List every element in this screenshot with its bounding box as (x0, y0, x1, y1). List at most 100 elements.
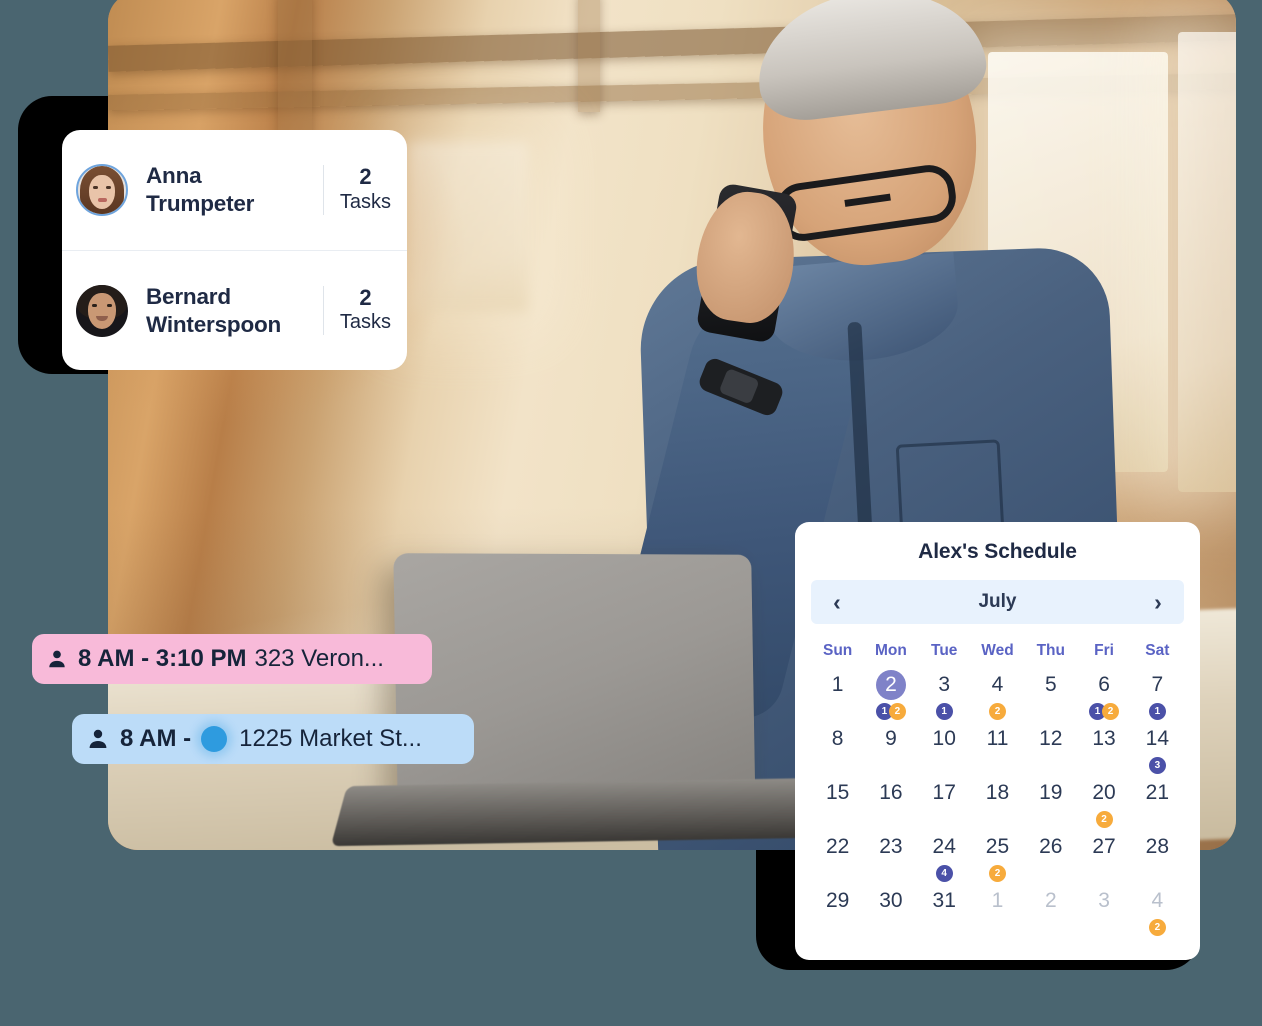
task-count-number: 2 (359, 284, 372, 310)
task-person-name: Anna Trumpeter (146, 162, 323, 218)
task-person-name-line1: Bernard (146, 283, 231, 309)
person-icon (46, 648, 68, 670)
chevron-right-icon[interactable]: › (1146, 590, 1170, 614)
calendar-day-number: 25 (985, 835, 1010, 858)
appointment-pill-blue[interactable]: 8 AM - 1225 Market St... (72, 714, 474, 764)
calendar-day-number: 28 (1145, 835, 1170, 858)
calendar-day-cell[interactable]: 11 (971, 724, 1024, 778)
calendar-day-cell[interactable]: 24 4 (918, 832, 971, 886)
appointment-time: 8 AM - 3:10 PM (78, 645, 247, 672)
task-count: 2 Tasks (322, 164, 391, 215)
calendar-day-cell[interactable]: 10 (918, 724, 971, 778)
calendar-day-badges: 2 (988, 702, 1006, 720)
calendar-day-cell[interactable]: 8 (811, 724, 864, 778)
calendar-day-badges: 12 (875, 702, 906, 720)
calendar-day-number: 11 (986, 727, 1009, 750)
laptop-base (330, 777, 820, 847)
calendar-weekday-tue: Tue (931, 642, 958, 659)
calendar-day-cell[interactable]: 26 (1024, 832, 1077, 886)
appointment-time: 8 AM - (120, 725, 192, 752)
calendar-day-cell[interactable]: 42 (971, 670, 1024, 724)
task-person-name-line2: Winterspoon (146, 311, 282, 337)
appointment-address: 323 Veron... (254, 645, 384, 672)
task-count-number: 2 (359, 164, 372, 190)
calendar-day-cell[interactable]: 71 (1131, 670, 1184, 724)
calendar-day-badges: 4 (935, 864, 953, 882)
calendar-day-cell[interactable]: 42 (1131, 886, 1184, 940)
task-count-label: Tasks (339, 311, 391, 334)
task-person-name: Bernard Winterspoon (146, 283, 323, 339)
avatar-anna (76, 164, 128, 216)
calendar-badge-indigo: 1 (1148, 702, 1166, 720)
calendar-month-label: July (978, 591, 1017, 612)
calendar-weekday-sun: Sun (823, 642, 853, 659)
calendar-day-cell[interactable]: 22 (811, 832, 864, 886)
calendar-month-nav: ‹ July › (811, 580, 1184, 624)
appointment-address: 1225 Market St... (239, 725, 422, 752)
calendar-day-number: 5 (1044, 673, 1057, 696)
calendar-day-cell[interactable]: 19 (1024, 778, 1077, 832)
calendar-day-cell[interactable]: 5 (1024, 670, 1077, 724)
calendar-day-cell[interactable]: 21 (1131, 778, 1184, 832)
calendar-day-number: 26 (1039, 835, 1063, 858)
appointment-pill-pink[interactable]: 8 AM - 3:10 PM 323 Veron... (32, 634, 432, 684)
calendar-day-cell[interactable]: 6 12 (1077, 670, 1130, 724)
calendar-day-cell[interactable]: 29 (811, 886, 864, 940)
calendar-day-number: 16 (879, 781, 903, 804)
calendar-title: Alex's Schedule (918, 540, 1077, 563)
calendar-day-cell[interactable]: 16 (864, 778, 917, 832)
calendar-day-cell[interactable]: 30 (864, 886, 917, 940)
calendar-badge-indigo: 4 (935, 864, 953, 882)
calendar-day-cell[interactable]: 31 (918, 670, 971, 724)
calendar-weekday-header: Sun Mon Tue Wed Thu Fri Sat (811, 638, 1184, 670)
calendar-day-cell[interactable]: 212 (864, 670, 917, 724)
calendar-day-number: 1 (831, 673, 844, 696)
calendar-day-cell[interactable]: 18 (971, 778, 1024, 832)
calendar-day-number: 29 (825, 889, 850, 912)
calendar-badge-orange: 2 (1148, 918, 1166, 936)
calendar-day-number: 21 (1145, 781, 1170, 804)
calendar-day-cell[interactable]: 12 (1024, 724, 1077, 778)
calendar-badge-orange: 2 (888, 702, 906, 720)
calendar-weekday-wed: Wed (981, 642, 1014, 659)
status-dot-icon (201, 726, 228, 752)
calendar-day-badges: 1 (1148, 702, 1166, 720)
calendar-day-number: 9 (885, 727, 897, 750)
calendar-day-cell[interactable]: 17 (918, 778, 971, 832)
calendar-day-cell[interactable]: 28 (1131, 832, 1184, 886)
calendar-day-cell[interactable]: 23 (864, 832, 917, 886)
calendar-day-number: 6 (1098, 673, 1110, 696)
calendar-day-cell[interactable]: 3 (1077, 886, 1130, 940)
tasks-card: Anna Trumpeter 2 Tasks Bernard Winterspo… (62, 130, 407, 370)
calendar-day-cell[interactable]: 15 (811, 778, 864, 832)
calendar-badge-orange: 2 (1095, 810, 1113, 828)
calendar-day-cell[interactable]: 13 (1077, 724, 1130, 778)
calendar-day-number: 12 (1039, 727, 1063, 750)
calendar-day-cell[interactable]: 2 (1024, 886, 1077, 940)
calendar-day-number: 4 (991, 673, 1004, 696)
calendar-day-cell[interactable]: 1 (971, 886, 1024, 940)
task-person-name-line1: Anna (146, 163, 202, 189)
calendar-day-cell[interactable]: 31 (918, 886, 971, 940)
task-row[interactable]: Bernard Winterspoon 2 Tasks (62, 250, 407, 370)
calendar-badge-orange: 2 (988, 702, 1006, 720)
calendar-day-cell[interactable]: 9 (864, 724, 917, 778)
calendar-day-badges: 1 (935, 702, 953, 720)
calendar-day-number: 20 (1092, 781, 1116, 804)
calendar-day-number: 18 (985, 781, 1010, 804)
laptop-screen (393, 553, 756, 812)
calendar-day-cell[interactable]: 1 (811, 670, 864, 724)
calendar-day-grid: 1 2 1 2 3 1 4 2 5 6 1 2 7 1 8 9 10 11 12 13 14 3 15 16 17 18 19 20 2… (811, 670, 1184, 940)
calendar-day-cell[interactable]: 27 (1077, 832, 1130, 886)
calendar-day-number: 13 (1092, 727, 1116, 750)
calendar-day-cell[interactable]: 20 2 (1077, 778, 1130, 832)
calendar-day-cell[interactable]: 25 2 (971, 832, 1024, 886)
task-row[interactable]: Anna Trumpeter 2 Tasks (62, 130, 407, 250)
calendar-day-cell[interactable]: 14 3 (1131, 724, 1184, 778)
calendar-day-number: 10 (932, 727, 956, 750)
chevron-left-icon[interactable]: ‹ (825, 590, 849, 614)
person-icon (86, 727, 110, 751)
task-person-name-line2: Trumpeter (146, 191, 255, 216)
calendar-badge-orange: 2 (1102, 702, 1120, 720)
calendar-day-number: 15 (825, 781, 850, 804)
